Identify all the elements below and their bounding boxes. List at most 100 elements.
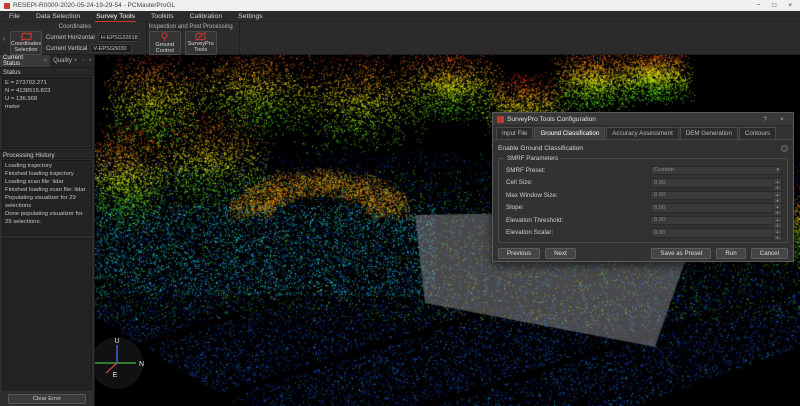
ribbon-collapse-icon[interactable]: ‹ <box>0 22 8 54</box>
tab-close-icon[interactable]: × <box>44 58 48 64</box>
enable-ground-classification-toggle[interactable] <box>781 145 788 152</box>
status-northing: N = 4138515.823 <box>5 88 89 96</box>
panel-empty-area <box>2 238 92 390</box>
application-window: RESEPI-R0000-2020-05-24-19-29-54 - PCMas… <box>0 0 800 406</box>
smrf-preset-label: SMRF Preset: <box>506 167 546 174</box>
status-units: meter <box>5 104 89 112</box>
max-window-size-label: Max Window Size: <box>506 192 558 199</box>
elevation-scalar-input[interactable]: 0.00 ▴▾ <box>650 228 782 238</box>
max-window-size-value: 0.00 <box>654 192 665 198</box>
panel-close-icon[interactable]: × <box>86 55 94 67</box>
elevation-scalar-value: 0.00 <box>654 230 665 236</box>
slope-input[interactable]: 0.00 ▴▾ <box>650 203 782 213</box>
ground-control-button[interactable]: Ground Control <box>149 31 181 55</box>
coordinates-selection-icon <box>21 32 32 41</box>
surveypro-tools-configuration-dialog: SurveyPro Tools Configuration ? × Input … <box>492 112 794 262</box>
tab-quality[interactable]: Quality × <box>50 55 80 67</box>
max-window-size-input[interactable]: 0.00 ▴▾ <box>650 191 782 201</box>
dialog-footer: Previous Next Save as Preset Run Cancel <box>493 245 793 261</box>
smrf-preset-value: Custom <box>654 167 674 173</box>
slope-label: Slope: <box>506 204 524 211</box>
spin-down-icon[interactable]: ▾ <box>774 184 781 190</box>
app-icon <box>4 3 10 9</box>
save-as-preset-button[interactable]: Save as Preset <box>651 248 711 259</box>
up-axis-label: U <box>114 338 119 345</box>
dialog-close-icon[interactable]: × <box>775 116 789 123</box>
minimize-icon[interactable]: − <box>756 2 760 9</box>
tab-label: Current Status <box>3 55 42 67</box>
current-horizontal-value[interactable]: H-EPSG32618 <box>98 33 140 42</box>
spin-down-icon[interactable]: ▾ <box>774 222 781 228</box>
run-button[interactable]: Run <box>716 248 745 259</box>
menu-toolkits[interactable]: Toolkits <box>150 12 175 21</box>
log-line: Populating visualizer for 29 selections <box>5 195 89 211</box>
cell-size-input[interactable]: 0.00 ▴▾ <box>650 178 782 188</box>
spin-down-icon[interactable]: ▾ <box>774 197 781 203</box>
dialog-icon <box>497 116 504 123</box>
status-easting: E = 273702.271 <box>5 80 89 88</box>
dialog-title-bar[interactable]: SurveyPro Tools Configuration ? × <box>493 113 793 126</box>
menu-file[interactable]: File <box>8 12 21 21</box>
window-title: RESEPI-R0000-2020-05-24-19-29-54 - PCMas… <box>13 2 756 9</box>
elevation-threshold-label: Elevation Threshold: <box>506 217 563 224</box>
tab-ground-classification[interactable]: Ground Classification <box>534 127 605 139</box>
orientation-compass: U N E <box>95 333 147 391</box>
left-panel: Current Status × Quality × ▫ × Status E … <box>0 55 95 406</box>
north-axis-label: N <box>139 361 144 368</box>
tab-contours[interactable]: Contours <box>739 127 776 139</box>
log-line: Finished loading scan file: lidar <box>5 187 89 195</box>
tab-dem-generation[interactable]: DEM Generation <box>680 127 738 139</box>
menu-survey-tools[interactable]: Survey Tools <box>95 12 136 21</box>
close-icon[interactable]: × <box>788 2 792 9</box>
current-vertical-label: Current Vertical <box>46 46 87 52</box>
log-line: Finished loading trajectory <box>5 171 89 179</box>
ground-control-label: Ground Control <box>155 43 174 55</box>
tab-label: Quality <box>53 58 72 64</box>
dialog-tab-bar: Input File Ground Classification Accurac… <box>493 126 793 139</box>
ground-control-icon <box>160 32 169 42</box>
surveypro-tools-label: SurveyPro Tools <box>188 42 214 54</box>
maximize-icon[interactable]: □ <box>772 2 776 9</box>
group-label: Coordinates <box>10 23 140 31</box>
status-section-header: Status <box>0 67 94 76</box>
enable-ground-classification-label: Enable Ground Classification <box>498 145 583 152</box>
previous-button[interactable]: Previous <box>498 248 540 259</box>
menu-settings[interactable]: Settings <box>237 12 264 21</box>
ribbon-group-inspection: Inspection and Post Processing Ground Co… <box>147 22 240 54</box>
smrf-parameters-label: SMRF Parameters <box>504 155 561 162</box>
status-readout: E = 273702.271 N = 4138515.823 U = 136.9… <box>2 77 92 149</box>
current-vertical-value[interactable]: V-EPSG5030 <box>90 44 132 53</box>
log-line: Loading trajectory <box>5 163 89 171</box>
ribbon-group-coordinates: Coordinates Coordinates Selection Curren… <box>8 22 147 54</box>
smrf-preset-select[interactable]: Custom ▾ <box>650 166 782 176</box>
tab-input-file[interactable]: Input File <box>496 127 533 139</box>
panel-tab-bar: Current Status × Quality × ▫ × <box>0 55 94 67</box>
next-button[interactable]: Next <box>545 248 576 259</box>
surveypro-tools-icon <box>195 32 206 41</box>
coordinates-selection-button[interactable]: Coordinates Selection <box>10 31 42 55</box>
spin-down-icon[interactable]: ▾ <box>774 209 781 215</box>
menu-bar: File Data Selection Survey Tools Toolkit… <box>0 11 800 22</box>
clear-error-button[interactable]: Clear Error <box>8 394 86 404</box>
tab-current-status[interactable]: Current Status × <box>0 55 50 67</box>
status-up: U = 136.968 <box>5 96 89 104</box>
tab-accuracy-assessment[interactable]: Accuracy Assessment <box>606 127 679 139</box>
chevron-down-icon: ▾ <box>776 167 779 173</box>
ribbon: ‹ Coordinates Coordinates Selection Curr… <box>0 22 800 55</box>
elevation-threshold-input[interactable]: 0.00 ▴▾ <box>650 216 782 226</box>
dialog-title: SurveyPro Tools Configuration <box>507 116 755 123</box>
dialog-help-icon[interactable]: ? <box>758 116 772 123</box>
east-axis-label: E <box>113 372 118 379</box>
cell-size-value: 0.00 <box>654 180 665 186</box>
elevation-scalar-label: Elevation Scalar: <box>506 229 553 236</box>
elevation-threshold-value: 0.00 <box>654 217 665 223</box>
menu-data-selection[interactable]: Data Selection <box>35 12 81 21</box>
group-label: Inspection and Post Processing <box>149 23 233 31</box>
cancel-button[interactable]: Cancel <box>751 248 788 259</box>
surveypro-tools-button[interactable]: SurveyPro Tools <box>185 31 217 55</box>
title-bar[interactable]: RESEPI-R0000-2020-05-24-19-29-54 - PCMas… <box>0 0 800 11</box>
tab-close-icon[interactable]: × <box>74 58 78 64</box>
menu-calibration[interactable]: Calibration <box>189 12 224 21</box>
spin-down-icon[interactable]: ▾ <box>774 234 781 240</box>
cell-size-label: Cell Size: <box>506 179 533 186</box>
